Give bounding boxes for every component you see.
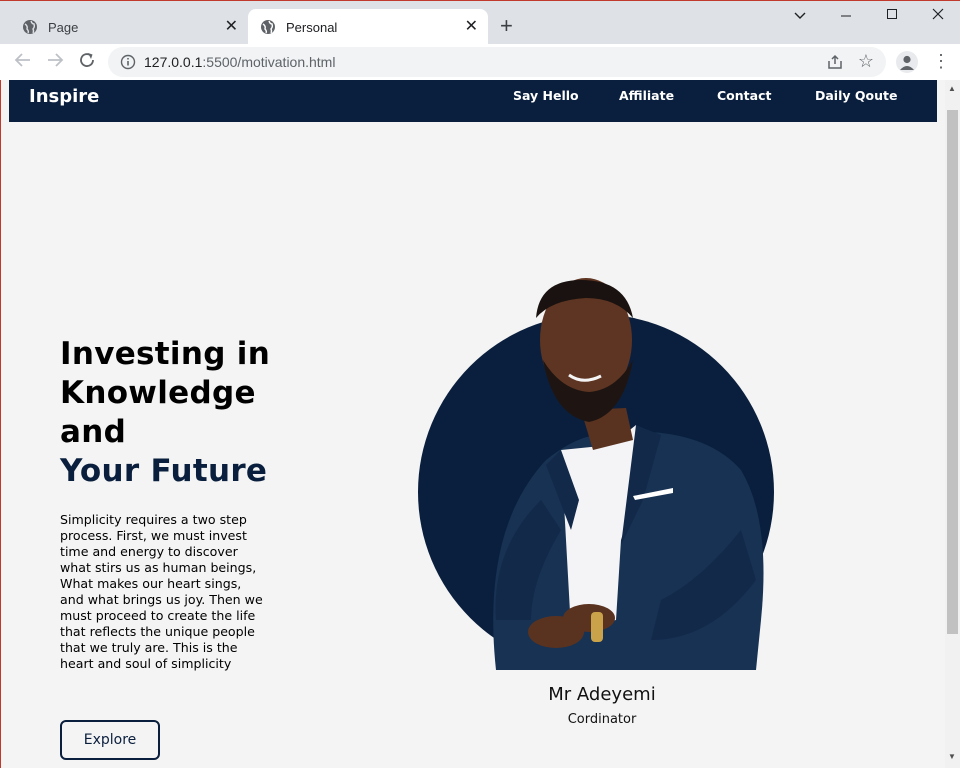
nav-affiliate[interactable]: Affiliate: [619, 88, 674, 103]
globe-icon: [23, 20, 37, 34]
nav-daily-quote[interactable]: Daily Qoute: [815, 88, 897, 103]
tab-page[interactable]: Page ✕: [8, 9, 248, 45]
nav-contact[interactable]: Contact: [717, 88, 771, 103]
scroll-down-arrow-icon[interactable]: ▼: [948, 752, 956, 761]
share-icon[interactable]: [826, 53, 844, 71]
hero-text-line: what stirs us as human beings,: [60, 560, 257, 575]
browser-tab-bar: Page ✕ Personal ✕ +: [0, 0, 960, 45]
url-path: :5500/motivation.html: [202, 54, 336, 70]
hero-description: Simplicity requires a two step process. …: [60, 512, 280, 672]
hero-text-line: that we truly are. This is the: [60, 640, 238, 655]
tab-title: Personal: [286, 19, 338, 35]
url-text: 127.0.0.1:5500/motivation.html: [144, 54, 335, 70]
minimize-icon[interactable]: [831, 7, 861, 23]
hero-title-line: Knowledge: [60, 375, 256, 411]
explore-button[interactable]: Explore: [60, 720, 160, 760]
hero-text-line: that reflects the unique people: [60, 624, 255, 639]
more-menu-icon[interactable]: ⋮: [932, 49, 950, 73]
back-arrow-icon[interactable]: [12, 51, 34, 73]
reload-icon[interactable]: [76, 51, 98, 73]
tab-personal[interactable]: Personal ✕: [248, 9, 488, 45]
hero-text-line: process. First, we must invest: [60, 528, 247, 543]
tab-title: Page: [48, 19, 79, 35]
bookmark-star-icon[interactable]: ☆: [858, 50, 874, 72]
hero-title-line: Investing in: [60, 336, 271, 372]
close-tab-icon[interactable]: ✕: [225, 19, 238, 35]
scrollbar-thumb[interactable]: [947, 110, 958, 634]
nav-say-hello[interactable]: Say Hello: [513, 88, 579, 103]
hero-text-line: What makes our heart sings,: [60, 576, 242, 591]
tab-search-icon[interactable]: [785, 7, 815, 23]
hero-title-line: and: [60, 414, 127, 450]
brand-logo[interactable]: Inspire: [29, 86, 99, 107]
browser-toolbar: 127.0.0.1:5500/motivation.html ☆ ⋮: [0, 44, 960, 80]
hero-title: Investing in Knowledge and Your Future: [60, 335, 270, 491]
hero-text-line: and what brings us joy. Then we: [60, 592, 263, 607]
close-window-icon[interactable]: [923, 7, 953, 23]
profile-avatar-icon[interactable]: [896, 51, 918, 73]
site-navbar: Inspire Say Hello Affiliate Contact Dail…: [9, 80, 937, 122]
hero-title-accent: Your Future: [60, 453, 268, 489]
address-bar[interactable]: 127.0.0.1:5500/motivation.html ☆: [108, 47, 886, 77]
vertical-scrollbar[interactable]: ▲ ▼: [945, 80, 960, 768]
hero-text-line: must proceed to create the life: [60, 608, 256, 623]
scroll-up-arrow-icon[interactable]: ▲: [948, 84, 956, 93]
globe-icon: [261, 20, 275, 34]
hero-text-line: time and energy to discover: [60, 544, 238, 559]
portrait-image: [418, 278, 774, 670]
close-tab-icon[interactable]: ✕: [465, 19, 478, 35]
new-tab-icon[interactable]: +: [500, 15, 513, 37]
url-host: 127.0.0.1: [144, 54, 203, 70]
maximize-icon[interactable]: [877, 7, 907, 23]
forward-arrow-icon[interactable]: [44, 51, 66, 73]
page-viewport: Inspire Say Hello Affiliate Contact Dail…: [0, 80, 945, 768]
hero-text-line: Simplicity requires a two step: [60, 512, 247, 527]
hero-text-line: heart and soul of simplicity: [60, 656, 232, 671]
site-info-icon[interactable]: [120, 54, 136, 70]
person-role: Cordinator: [567, 712, 637, 727]
person-name: Mr Adeyemi: [548, 684, 656, 705]
